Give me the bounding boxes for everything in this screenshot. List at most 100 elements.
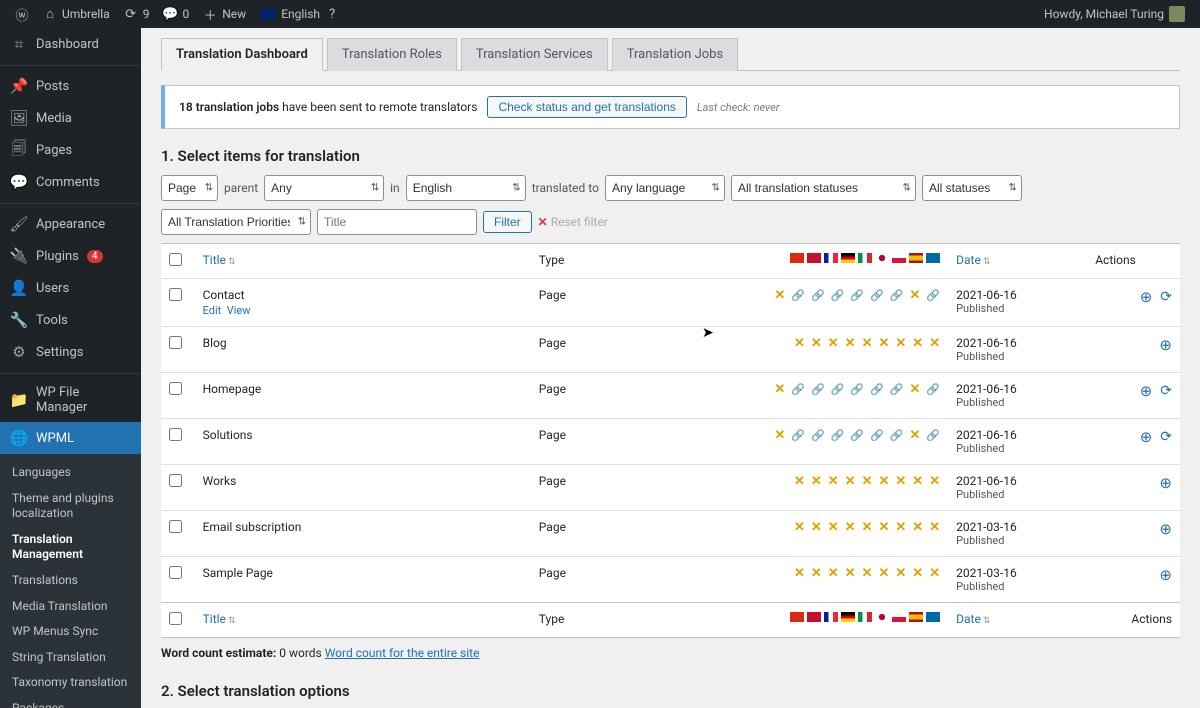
sub-media-translation[interactable]: Media Translation [0,594,141,620]
status-linked-icon[interactable]: 🔗 [926,429,940,442]
status-linked-icon[interactable]: 🔗 [890,429,904,442]
status-linked-icon[interactable]: 🔗 [831,289,845,302]
comments-link[interactable]: 💬0 [156,7,196,21]
refresh-icon[interactable]: ⟳ [1160,429,1172,445]
check-status-button[interactable]: Check status and get translations [487,96,686,118]
add-translation-icon[interactable]: ⊕ [1159,474,1172,492]
tab-dashboard[interactable]: Translation Dashboard [161,38,323,71]
status-untranslated-icon[interactable]: ✕ [929,474,940,489]
row-checkbox[interactable] [169,474,182,487]
status-linked-icon[interactable]: 🔗 [870,289,884,302]
status-linked-icon[interactable]: 🔗 [890,289,904,302]
status-untranslated-icon[interactable]: ✕ [828,336,839,351]
sub-taxonomy-translation[interactable]: Taxonomy translation [0,670,141,696]
status-linked-icon[interactable]: 🔗 [811,383,825,396]
updates-link[interactable]: ⟳9 [117,7,157,21]
status-untranslated-icon[interactable]: ✕ [895,520,906,535]
wordcount-link[interactable]: Word count for the entire site [325,646,480,660]
filter-source-lang[interactable]: English [406,175,526,201]
sidebar-item-posts[interactable]: 📌Posts [0,65,141,102]
status-untranslated-icon[interactable]: ✕ [862,566,873,581]
refresh-icon[interactable]: ⟳ [1160,383,1172,399]
status-linked-icon[interactable]: 🔗 [870,429,884,442]
sidebar-item-tools[interactable]: 🔧Tools [0,304,141,336]
status-untranslated-icon[interactable]: ✕ [845,474,856,489]
row-checkbox[interactable] [169,336,182,349]
sidebar-item-settings[interactable]: ⚙Settings [0,336,141,368]
sub-theme-plugins[interactable]: Theme and plugins localization [0,486,141,527]
sub-packages[interactable]: Packages [0,696,141,708]
status-untranslated-icon[interactable]: ✕ [929,520,940,535]
filter-type[interactable]: Page [161,175,218,201]
status-linked-icon[interactable]: 🔗 [926,383,940,396]
sub-translations[interactable]: Translations [0,568,141,594]
status-untranslated-icon[interactable]: ✕ [895,566,906,581]
row-checkbox[interactable] [169,520,182,533]
status-linked-icon[interactable]: 🔗 [890,383,904,396]
wp-logo[interactable]: ⓦ [8,7,36,21]
status-untranslated-icon[interactable]: ✕ [862,474,873,489]
status-untranslated-icon[interactable]: ✕ [929,336,940,351]
filter-title-input[interactable] [317,209,477,235]
sidebar-item-pages[interactable]: 🗐Pages [0,134,141,166]
status-linked-icon[interactable]: 🔗 [850,289,864,302]
status-untranslated-icon[interactable]: ✕ [774,288,785,303]
sub-translation-management[interactable]: Translation Management [0,527,141,568]
add-translation-icon[interactable]: ⊕ [1159,566,1172,584]
edit-link[interactable]: Edit [203,304,222,317]
status-untranslated-icon[interactable]: ✕ [878,520,889,535]
filter-target-lang[interactable]: Any language [605,175,725,201]
status-untranslated-icon[interactable]: ✕ [912,566,923,581]
status-linked-icon[interactable]: 🔗 [811,289,825,302]
status-untranslated-icon[interactable]: ✕ [828,566,839,581]
filter-priority[interactable]: All Translation Priorities [161,209,311,235]
add-translation-icon[interactable]: ⊕ [1159,336,1172,354]
tab-roles[interactable]: Translation Roles [327,38,457,71]
status-untranslated-icon[interactable]: ✕ [912,520,923,535]
status-linked-icon[interactable]: 🔗 [926,289,940,302]
status-untranslated-icon[interactable]: ✕ [794,520,805,535]
sidebar-item-users[interactable]: 👤Users [0,272,141,304]
sidebar-item-plugins[interactable]: 🔌Plugins4 [0,240,141,272]
status-linked-icon[interactable]: 🔗 [831,383,845,396]
select-all-top[interactable] [169,253,182,266]
refresh-icon[interactable]: ⟳ [1160,289,1172,305]
view-link[interactable]: View [227,304,251,317]
status-untranslated-icon[interactable]: ✕ [862,520,873,535]
status-untranslated-icon[interactable]: ✕ [811,566,822,581]
site-link[interactable]: ⌂Umbrella [36,7,117,21]
sidebar-item-dashboard[interactable]: ⌗Dashboard [0,28,141,60]
add-translation-icon[interactable]: ⊕ [1140,288,1153,306]
foot-title[interactable]: Title [195,603,531,638]
row-checkbox[interactable] [169,288,182,301]
sidebar-item-appearance[interactable]: 🖌Appearance [0,203,141,240]
sidebar-item-comments[interactable]: 💬Comments [0,166,141,198]
foot-date[interactable]: Date [948,603,1087,638]
sub-menus-sync[interactable]: WP Menus Sync [0,619,141,645]
filter-statuses2[interactable]: All statuses [922,175,1022,201]
status-untranslated-icon[interactable]: ✕ [878,566,889,581]
status-untranslated-icon[interactable]: ✕ [828,474,839,489]
status-untranslated-icon[interactable]: ✕ [845,566,856,581]
col-date[interactable]: Date [948,244,1087,279]
howdy-link[interactable]: Howdy, Michael Turing [1037,6,1192,22]
add-translation-icon[interactable]: ⊕ [1140,428,1153,446]
add-translation-icon[interactable]: ⊕ [1140,382,1153,400]
status-linked-icon[interactable]: 🔗 [831,429,845,442]
tab-services[interactable]: Translation Services [461,38,608,71]
status-untranslated-icon[interactable]: ✕ [794,566,805,581]
tab-jobs[interactable]: Translation Jobs [612,38,738,71]
status-linked-icon[interactable]: 🔗 [850,383,864,396]
status-untranslated-icon[interactable]: ✕ [794,474,805,489]
status-untranslated-icon[interactable]: ✕ [878,336,889,351]
status-linked-icon[interactable]: 🔗 [791,289,805,302]
sidebar-item-media[interactable]: 🖼Media [0,102,141,134]
row-checkbox[interactable] [169,428,182,441]
status-untranslated-icon[interactable]: ✕ [811,520,822,535]
sub-string-translation[interactable]: String Translation [0,645,141,671]
status-linked-icon[interactable]: 🔗 [791,383,805,396]
reset-filter[interactable]: ✕Reset filter [538,215,608,229]
filter-status[interactable]: All translation statuses [731,175,916,201]
add-translation-icon[interactable]: ⊕ [1159,520,1172,538]
status-untranslated-icon[interactable]: ✕ [878,474,889,489]
